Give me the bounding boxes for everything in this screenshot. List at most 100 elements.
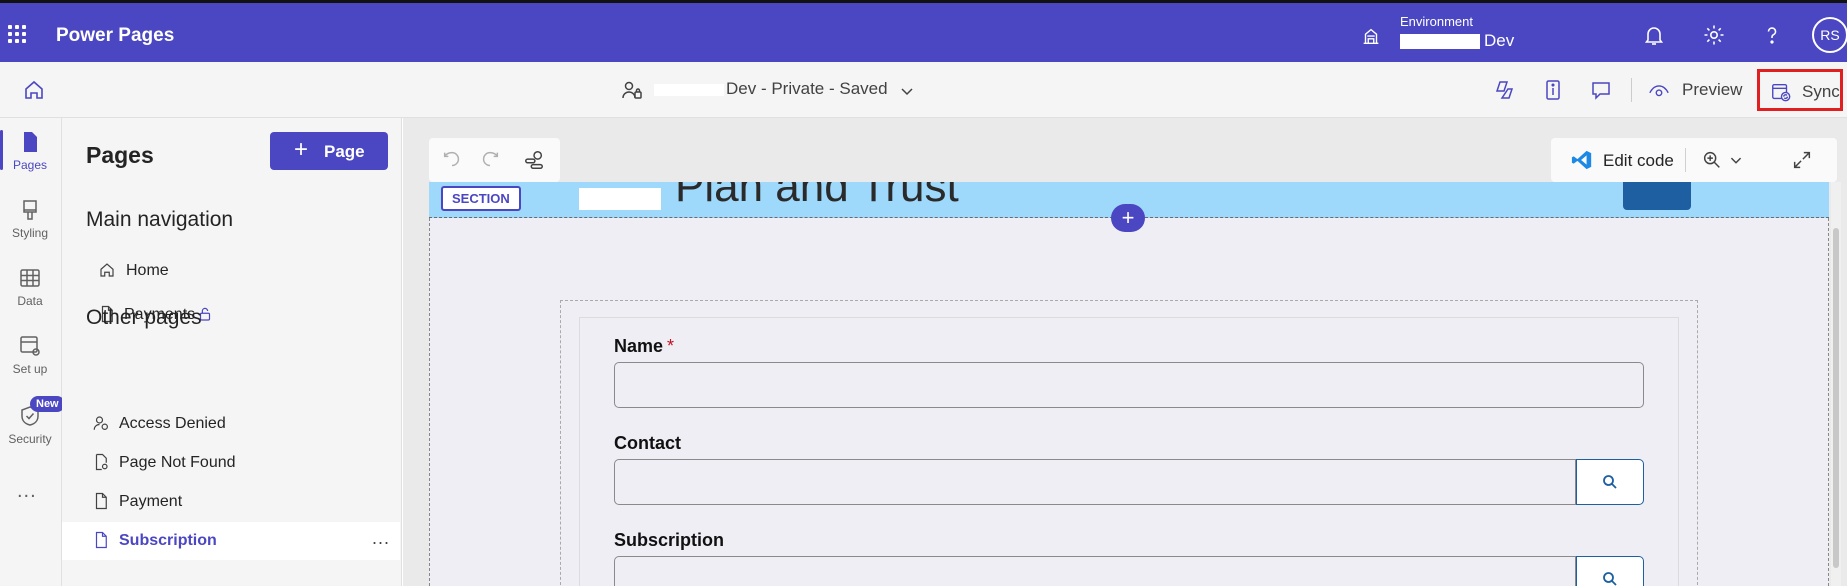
paintbrush-icon xyxy=(23,200,37,220)
environment-selector[interactable]: Dev xyxy=(1400,31,1514,51)
page-label: Payment xyxy=(119,493,183,510)
new-badge: New xyxy=(30,396,65,412)
page-item-home[interactable]: Home xyxy=(62,252,400,290)
page-item-payment[interactable]: Payment xyxy=(62,483,400,521)
rail-item-styling[interactable]: Styling xyxy=(0,198,60,240)
canvas-right-toolbar: Edit code xyxy=(1551,138,1837,182)
rail-item-label: Set up xyxy=(12,362,48,376)
left-nav-rail: Pages Styling Data Set up New Security .… xyxy=(0,118,65,586)
contact-lookup-button[interactable] xyxy=(1576,459,1644,505)
chevron-down-icon[interactable] xyxy=(1725,149,1747,171)
subscription-lookup-button[interactable] xyxy=(1576,556,1644,586)
form-container[interactable]: Name * Contact Subscription xyxy=(560,300,1698,586)
bell-icon[interactable] xyxy=(1642,23,1666,47)
home-icon xyxy=(100,263,114,277)
page-preview: Plan and Trust SECTION Name * Contact Sub… xyxy=(429,182,1829,586)
app-launcher-icon[interactable] xyxy=(8,25,26,43)
help-icon[interactable] xyxy=(1760,23,1784,47)
hero-button xyxy=(1623,182,1691,210)
site-heading: Plan and Trust xyxy=(675,182,959,211)
toolbar-divider xyxy=(1685,148,1686,172)
required-mark: * xyxy=(667,336,675,356)
field-label-subscription: Subscription xyxy=(614,530,725,550)
page-search-icon xyxy=(95,453,108,471)
components-icon[interactable] xyxy=(523,149,545,171)
undo-icon[interactable] xyxy=(441,149,463,171)
rail-item-data[interactable]: Data xyxy=(0,266,60,308)
add-page-button[interactable]: + Page xyxy=(270,132,388,170)
page-item-page-not-found[interactable]: Page Not Found xyxy=(62,444,400,482)
scroll-thumb[interactable] xyxy=(1833,228,1839,568)
setup-icon xyxy=(20,336,40,356)
panel-title: Pages xyxy=(86,142,154,168)
field-label-name: Name * xyxy=(614,336,674,357)
copilot-icon[interactable] xyxy=(1492,78,1516,102)
page-label: Home xyxy=(126,262,169,279)
canvas-scrollbar[interactable] xyxy=(1831,182,1841,586)
add-section-button[interactable]: + xyxy=(1111,204,1145,232)
info-icon[interactable] xyxy=(1541,78,1565,102)
name-field[interactable] xyxy=(614,362,1644,408)
toolbar-divider xyxy=(1631,78,1632,102)
main-navigation-heading: Main navigation xyxy=(86,208,234,231)
redo-icon[interactable] xyxy=(479,149,501,171)
search-icon xyxy=(1603,475,1617,489)
rail-item-security[interactable]: New Security xyxy=(0,396,65,446)
site-logo xyxy=(579,188,661,210)
gear-icon[interactable] xyxy=(1702,23,1726,47)
subscription-field[interactable] xyxy=(614,556,1576,586)
eye-icon[interactable] xyxy=(1648,80,1670,102)
add-page-label: Page xyxy=(324,142,365,161)
more-options-icon[interactable]: ... xyxy=(372,528,390,549)
redacted-block xyxy=(1400,34,1480,50)
environment-icon xyxy=(1363,28,1379,45)
rail-item-label: Data xyxy=(17,294,43,308)
edit-code-button[interactable]: Edit code xyxy=(1603,151,1674,171)
page-item-access-denied[interactable]: Access Denied xyxy=(62,405,400,443)
form-component[interactable]: Name * Contact Subscription xyxy=(579,317,1679,586)
top-app-bar: Power Pages Environment Dev RS xyxy=(0,0,1847,62)
editor-toolbar xyxy=(429,138,560,182)
user-avatar[interactable]: RS xyxy=(1812,17,1847,53)
page-label: Page Not Found xyxy=(119,454,236,471)
rail-item-label: Security xyxy=(8,432,52,446)
contact-field[interactable] xyxy=(614,459,1576,505)
page-label: Subscription xyxy=(119,532,217,549)
sync-label: Sync xyxy=(1802,82,1840,101)
environment-label: Environment xyxy=(1400,14,1473,29)
field-label-text: Name xyxy=(614,336,664,356)
sync-button[interactable]: Sync xyxy=(1757,69,1843,111)
section-tag: SECTION xyxy=(441,186,521,211)
plus-icon: + xyxy=(294,136,309,163)
page-label: Access Denied xyxy=(119,415,226,432)
person-lock-icon xyxy=(93,416,108,430)
search-icon xyxy=(1603,572,1617,586)
other-pages-heading: Other pages xyxy=(86,306,202,329)
page-icon xyxy=(24,132,37,152)
zoom-in-icon[interactable] xyxy=(1701,149,1723,171)
pages-panel: Pages + Page Main navigation Home Paymen… xyxy=(62,118,402,586)
rail-item-setup[interactable]: Set up xyxy=(0,334,60,376)
page-icon xyxy=(95,531,107,549)
page-icon xyxy=(95,492,107,510)
redacted-block xyxy=(654,83,724,96)
rail-item-label: Pages xyxy=(12,158,48,172)
site-title: Dev - Private - Saved xyxy=(726,79,888,98)
table-icon xyxy=(20,269,40,287)
rail-item-pages[interactable]: Pages xyxy=(0,130,60,172)
home-icon[interactable] xyxy=(22,78,46,102)
environment-name: Dev xyxy=(1484,31,1515,50)
preview-button[interactable]: Preview xyxy=(1682,80,1742,100)
expand-icon[interactable] xyxy=(1791,149,1813,171)
field-label-contact: Contact xyxy=(614,433,681,453)
sync-icon xyxy=(1772,83,1791,102)
design-canvas: Edit code Plan and Trust SECTION Name * C… xyxy=(403,118,1847,586)
chevron-down-icon[interactable] xyxy=(900,84,914,98)
comment-icon[interactable] xyxy=(1589,78,1613,102)
rail-item-label: Styling xyxy=(11,226,49,240)
page-item-subscription[interactable]: Subscription ... xyxy=(62,522,400,560)
app-name[interactable]: Power Pages xyxy=(56,25,174,47)
form-section[interactable]: Name * Contact Subscription xyxy=(429,218,1829,586)
more-icon[interactable]: ... xyxy=(17,480,37,503)
site-title-menu[interactable]: Dev - Private - Saved xyxy=(620,79,888,99)
